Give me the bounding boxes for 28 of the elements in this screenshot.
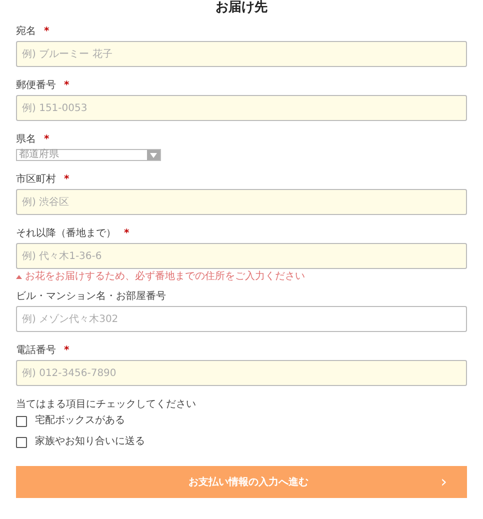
input-field[interactable]: 例) 012-3456-7890 bbox=[16, 360, 467, 386]
required-mark: * bbox=[64, 80, 70, 92]
caret-up-icon bbox=[16, 275, 22, 279]
required-mark: * bbox=[64, 174, 70, 186]
input-field[interactable]: 例) 151-0053 bbox=[16, 95, 467, 121]
required-mark: * bbox=[44, 134, 50, 146]
checkbox[interactable] bbox=[16, 436, 27, 448]
input-field[interactable]: 例) ブルーミー 花子 bbox=[16, 41, 467, 67]
field-note: お花をお届けするため、必ず番地までの住所をご入力ください bbox=[25, 271, 305, 283]
checkbox[interactable] bbox=[16, 416, 27, 426]
required-mark: * bbox=[124, 228, 130, 240]
field-label: 郵便番号 bbox=[16, 80, 56, 92]
checkbox-label[interactable]: 宅配ボックスがある bbox=[35, 415, 125, 427]
checklist-heading: 当てはまる項目にチェックしてください bbox=[16, 399, 197, 411]
field-label: 市区町村 bbox=[16, 174, 56, 186]
input-field[interactable]: 例) 渋谷区 bbox=[16, 189, 467, 215]
input-field[interactable]: 例) 代々木1-36-6 bbox=[16, 243, 467, 269]
field-label: 電話番号 bbox=[16, 345, 56, 357]
input-field[interactable]: 例) メゾン代々木302 bbox=[16, 306, 467, 332]
field-label: ビル・マンション名・お部屋番号 bbox=[16, 291, 166, 303]
checkbox-label[interactable]: 家族やお知り合いに送る bbox=[35, 436, 145, 448]
field-label: 県名 bbox=[16, 134, 36, 146]
field-label: 宛名 bbox=[16, 26, 36, 38]
page-title: お届け先 bbox=[214, 0, 268, 17]
required-mark: * bbox=[64, 345, 70, 357]
required-mark: * bbox=[44, 26, 50, 38]
caret-icon bbox=[150, 152, 157, 158]
field-label: それ以降（番地まで） bbox=[16, 228, 116, 240]
